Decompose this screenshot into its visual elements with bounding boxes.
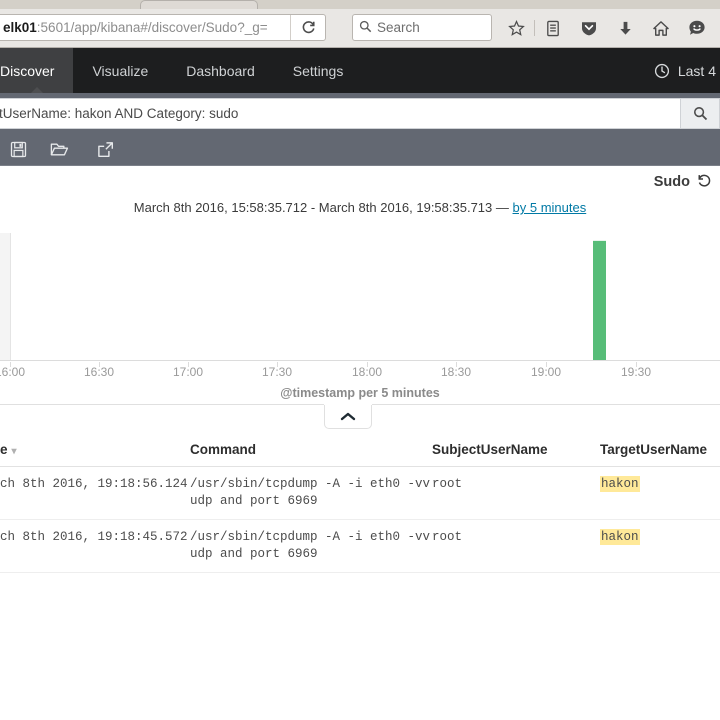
browser-chrome: elk01:5601/app/kibana#/discover/Sudo?_g=… xyxy=(0,0,720,48)
histogram-panel: March 8th 2016, 15:58:35.712 - March 8th… xyxy=(0,198,720,404)
time-picker[interactable]: Last 4 xyxy=(654,48,720,93)
clock-icon xyxy=(654,63,670,79)
home-icon[interactable] xyxy=(643,14,679,42)
open-button[interactable] xyxy=(36,133,82,166)
chart-plot-area[interactable] xyxy=(10,233,720,360)
downloads-icon[interactable] xyxy=(607,14,643,42)
x-axis-tick-label: 17:00 xyxy=(172,365,204,379)
kibana-navbar: Discover Visualize Dashboard Settings La… xyxy=(0,48,720,94)
x-axis-tick-label: 16:00 xyxy=(0,365,26,379)
browser-action-icons xyxy=(498,14,720,42)
chevron-up-icon xyxy=(340,412,356,421)
browser-tab[interactable] xyxy=(140,0,258,9)
cell-time: ch 8th 2016, 19:18:56.124 xyxy=(0,466,190,520)
query-bar: tUserName: hakon AND Category: sudo xyxy=(0,93,720,133)
chart-range-separator: — xyxy=(495,200,509,215)
chart-time-range-text: March 8th 2016, 15:58:35.712 - March 8th… xyxy=(133,200,493,215)
sort-caret-icon[interactable]: ▾ xyxy=(12,446,17,457)
table-header-row: e ▾ Command SubjectUserName TargetUserNam… xyxy=(0,434,720,467)
column-header-command[interactable]: Command xyxy=(190,434,432,467)
x-axis-tick-label: 18:00 xyxy=(351,365,383,379)
highlighted-term: hakon xyxy=(600,529,640,545)
browser-tab-strip xyxy=(0,0,720,9)
chart-left-gutter xyxy=(0,233,10,361)
interval-link[interactable]: by 5 minutes xyxy=(513,200,587,215)
browser-search-box[interactable]: Search xyxy=(352,14,492,41)
search-icon xyxy=(359,20,372,36)
histogram-bar[interactable] xyxy=(593,240,606,360)
saved-search-title-row: Sudo xyxy=(0,166,720,198)
cell-targetusername: hakon xyxy=(600,519,720,573)
nav-items: Discover Visualize Dashboard Settings xyxy=(0,48,720,94)
external-link-icon xyxy=(97,141,113,157)
saved-search-title: Sudo xyxy=(654,166,712,198)
table-row[interactable]: ch 8th 2016, 19:18:56.124 /usr/sbin/tcpd… xyxy=(0,466,720,520)
column-header-subjectusername[interactable]: SubjectUserName xyxy=(432,434,600,467)
search-icon xyxy=(693,106,707,120)
bookmark-star-icon[interactable] xyxy=(498,14,534,42)
x-axis-tick-label: 19:30 xyxy=(620,365,652,379)
save-button[interactable] xyxy=(0,133,36,166)
nav-item-discover-label: Discover xyxy=(0,62,55,79)
folder-icon xyxy=(50,143,68,155)
nav-item-settings[interactable]: Settings xyxy=(274,48,363,93)
nav-item-discover[interactable]: Discover xyxy=(0,48,74,94)
column-header-time-label: e xyxy=(0,442,8,457)
nav-item-dashboard[interactable]: Dashboard xyxy=(167,48,274,93)
reload-button[interactable] xyxy=(290,15,325,40)
discover-action-toolbar xyxy=(0,133,720,166)
documents-table: e ▾ Command SubjectUserName TargetUserNam… xyxy=(0,434,720,573)
nav-item-dashboard-label: Dashboard xyxy=(186,62,255,79)
x-axis-tick-label: 18:30 xyxy=(440,365,472,379)
save-icon xyxy=(10,141,26,157)
nav-item-settings-label: Settings xyxy=(292,62,344,79)
chart-time-range: March 8th 2016, 15:58:35.712 - March 8th… xyxy=(0,200,720,215)
cell-targetusername: hakon xyxy=(600,466,720,520)
url-bar[interactable]: elk01:5601/app/kibana#/discover/Sudo?_g= xyxy=(0,14,326,41)
url-path: :5601/app/kibana#/discover/Sudo?_g= xyxy=(36,20,268,35)
pocket-shield-icon[interactable] xyxy=(571,14,607,42)
url-text: elk01:5601/app/kibana#/discover/Sudo?_g= xyxy=(0,20,290,35)
share-button[interactable] xyxy=(82,133,128,166)
query-submit-button[interactable] xyxy=(680,97,720,129)
nav-item-visualize-label: Visualize xyxy=(92,62,149,79)
x-axis-tick-label: 17:30 xyxy=(261,365,293,379)
cell-command: /usr/sbin/tcpdump -A -i eth0 -vv udp and… xyxy=(190,466,432,520)
browser-search-placeholder: Search xyxy=(377,20,420,35)
browser-toolbar: elk01:5601/app/kibana#/discover/Sudo?_g=… xyxy=(0,9,720,47)
collapse-chart-button[interactable] xyxy=(324,405,372,429)
column-header-time[interactable]: e ▾ xyxy=(0,434,190,467)
reading-list-icon[interactable] xyxy=(535,14,571,42)
cell-subjectusername: root xyxy=(432,466,600,520)
x-axis-tick-label: 19:00 xyxy=(530,365,562,379)
saved-search-title-label: Sudo xyxy=(653,174,690,190)
cell-command: /usr/sbin/tcpdump -A -i eth0 -vv udp and… xyxy=(190,519,432,573)
collapse-rule-left xyxy=(0,404,324,405)
query-input[interactable]: tUserName: hakon AND Category: sudo xyxy=(0,97,680,129)
column-header-targetusername[interactable]: TargetUserName xyxy=(600,434,720,467)
table-body: ch 8th 2016, 19:18:56.124 /usr/sbin/tcpd… xyxy=(0,466,720,573)
reload-icon xyxy=(302,21,315,34)
url-host: elk01 xyxy=(3,20,37,35)
highlighted-term: hakon xyxy=(600,476,640,492)
nav-item-visualize[interactable]: Visualize xyxy=(73,48,167,93)
feedback-smiley-icon[interactable] xyxy=(679,14,715,42)
chart-x-axis-line xyxy=(0,360,720,361)
refresh-icon[interactable] xyxy=(697,173,712,192)
table-row[interactable]: ch 8th 2016, 19:18:45.572 /usr/sbin/tcpd… xyxy=(0,519,720,573)
cell-subjectusername: root xyxy=(432,519,600,573)
cell-time: ch 8th 2016, 19:18:45.572 xyxy=(0,519,190,573)
time-picker-label: Last 4 xyxy=(677,62,716,79)
chart-x-axis-title: @timestamp per 5 minutes xyxy=(280,386,440,400)
x-axis-tick-label: 16:30 xyxy=(83,365,115,379)
collapse-rule-right xyxy=(372,404,720,405)
